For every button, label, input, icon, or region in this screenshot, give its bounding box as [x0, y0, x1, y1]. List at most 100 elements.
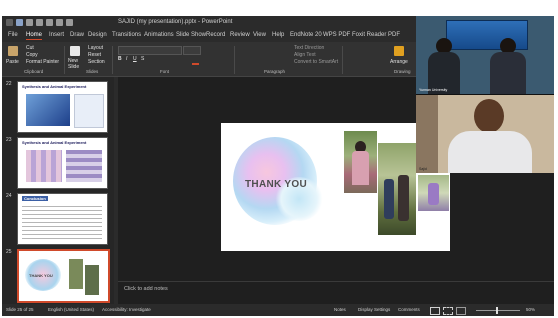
font-color-icon[interactable]	[192, 56, 199, 65]
convert-smartart-button[interactable]: Convert to SmartArt	[294, 59, 338, 65]
format-painter-button[interactable]: Format Painter	[26, 59, 59, 65]
slide-photo[interactable]	[418, 175, 449, 211]
room-background	[416, 95, 438, 173]
zoom-slider-thumb[interactable]	[496, 307, 498, 314]
copy-button[interactable]: Copy	[26, 52, 38, 58]
tab-wps-pdf[interactable]: WPS PDF	[323, 32, 350, 38]
bold-button[interactable]: B	[118, 56, 122, 62]
thumbnail-chart	[74, 94, 104, 128]
cut-button[interactable]: Cut	[26, 45, 34, 51]
display-settings-button[interactable]: Display Settings	[358, 307, 390, 312]
comments-icon[interactable]	[66, 19, 73, 26]
underline-button[interactable]: U	[133, 56, 137, 62]
slide-thumbnail-selected[interactable]: THANK YOU	[17, 249, 110, 303]
notes-placeholder[interactable]: Click to add notes	[124, 286, 168, 292]
align-text-button[interactable]: Align Text	[294, 52, 316, 58]
participant-name-label: Yunnan University	[419, 88, 448, 92]
thumbnail-title: Synthesis and Animal Experiment	[22, 84, 87, 89]
paragraph-group-label: Paragraph	[264, 69, 286, 74]
font-name-dropdown[interactable]	[118, 46, 182, 55]
video-tile[interactable]: Sajid	[416, 95, 554, 173]
tab-animations[interactable]: Animations	[144, 32, 174, 38]
tab-file[interactable]: File	[8, 32, 18, 38]
person-figure	[384, 179, 394, 219]
video-call-panel: Yunnan University Sajid	[416, 16, 554, 173]
layout-button[interactable]: Layout	[88, 45, 103, 51]
clipboard-group-label: Clipboard	[24, 69, 44, 74]
ribbon-separator	[342, 46, 343, 74]
status-bar: Slide 25 of 25 English (United States) A…	[2, 304, 554, 316]
language-status[interactable]: English (United States)	[48, 307, 94, 312]
slide-sorter-icon[interactable]	[443, 307, 453, 315]
zoom-slider[interactable]	[476, 307, 520, 314]
new-slide-icon[interactable]	[70, 46, 80, 56]
notes-pane[interactable]: Click to add notes	[118, 281, 554, 305]
refresh-icon[interactable]	[46, 19, 53, 26]
person-figure	[352, 151, 369, 185]
reset-button[interactable]: Reset	[88, 52, 101, 58]
thumbnail-title: THANK YOU	[29, 273, 53, 278]
tab-record[interactable]: Record	[206, 32, 225, 38]
tab-view[interactable]: View	[253, 32, 266, 38]
arrange-button[interactable]: Arrange	[390, 59, 408, 65]
slide-thumbnail[interactable]: Synthesis and Animal Experiment	[17, 81, 108, 133]
save-icon[interactable]	[16, 19, 23, 26]
accessibility-status[interactable]: Accessibility: Investigate	[102, 307, 151, 312]
person-figure	[428, 183, 439, 205]
tab-transitions[interactable]: Transitions	[112, 32, 141, 38]
normal-view-icon[interactable]	[430, 307, 440, 315]
slide-thumbnail[interactable]: Conclusion	[17, 193, 108, 245]
paste-icon[interactable]	[8, 46, 18, 56]
section-button[interactable]: Section	[88, 59, 105, 65]
new-slide-button[interactable]: New Slide	[68, 58, 84, 70]
slides-group-label: Slides	[86, 69, 99, 74]
tab-home[interactable]: Home	[26, 32, 43, 40]
present-icon[interactable]	[56, 19, 63, 26]
ribbon-separator	[112, 46, 113, 74]
video-tile[interactable]: Yunnan University	[416, 16, 554, 94]
tab-foxit-pdf[interactable]: Foxit Reader PDF	[352, 32, 400, 38]
redo-icon[interactable]	[36, 19, 43, 26]
thumbnail-image	[85, 265, 99, 295]
participant-figure	[474, 99, 504, 133]
document-title: SAJID (my presentation).pptx - PowerPoin…	[118, 19, 233, 25]
italic-button[interactable]: I	[126, 56, 127, 62]
reading-view-icon[interactable]	[456, 307, 466, 315]
thumbnail-title: Synthesis and Animal Experiment	[22, 140, 87, 145]
tab-help[interactable]: Help	[272, 32, 284, 38]
comments-button[interactable]: Comments	[398, 307, 420, 312]
notes-button[interactable]: Notes	[334, 307, 346, 312]
strikethrough-button[interactable]: S	[141, 56, 144, 62]
tab-insert[interactable]: Insert	[49, 32, 64, 38]
slide-title[interactable]: THANK YOU	[221, 179, 331, 190]
thumbnail-number: 24	[6, 193, 12, 199]
tab-review[interactable]: Review	[230, 32, 250, 38]
ribbon-separator	[234, 46, 235, 74]
arrange-icon[interactable]	[394, 46, 404, 56]
person-figure	[398, 175, 409, 221]
participant-name-label: Sajid	[419, 167, 427, 171]
font-group-label: Font	[160, 69, 170, 74]
tab-design[interactable]: Design	[88, 32, 107, 38]
thumbnail-text-block	[22, 206, 102, 240]
slide-counter: Slide 25 of 25	[6, 307, 34, 312]
tab-draw[interactable]: Draw	[70, 32, 84, 38]
zoom-level[interactable]: 50%	[526, 307, 535, 312]
slide-photo[interactable]	[344, 131, 377, 193]
tab-slide-show[interactable]: Slide Show	[176, 32, 206, 38]
thumbnail-number: 25	[6, 249, 12, 255]
tab-endnote[interactable]: EndNote 20	[290, 32, 322, 38]
thumbnail-image	[69, 259, 83, 289]
slide-thumbnail[interactable]: Synthesis and Animal Experiment	[17, 137, 108, 189]
thumbnail-image	[26, 94, 70, 126]
undo-icon[interactable]	[26, 19, 33, 26]
text-direction-button[interactable]: Text Direction	[294, 45, 324, 51]
autosave-toggle-icon[interactable]	[6, 19, 13, 26]
thumbnail-number: 23	[6, 137, 12, 143]
paste-button[interactable]: Paste	[6, 59, 19, 65]
font-size-dropdown[interactable]	[183, 46, 201, 55]
participant-figure	[490, 52, 526, 94]
drawing-group-label: Drawing	[394, 69, 411, 74]
slide-thumbnail-pane[interactable]: 22 Synthesis and Animal Experiment 23 Sy…	[2, 77, 114, 304]
slide-photo[interactable]	[378, 143, 416, 235]
